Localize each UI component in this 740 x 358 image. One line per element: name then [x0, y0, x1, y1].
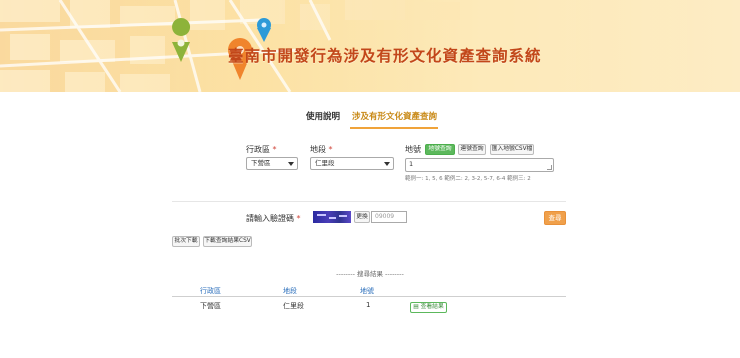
tab-asset-query[interactable]: 涉及有形文化資產查詢: [352, 110, 437, 122]
query-button[interactable]: 查尋: [544, 211, 566, 225]
captcha-input[interactable]: 09009: [371, 211, 407, 223]
parcel-hint: 範例一: 1, 5, 6 範例二: 2, 3-2, 5-7, 6-4 範例三: …: [405, 176, 531, 182]
page-title: 臺南市開發行為涉及有形文化資產查詢系統: [228, 47, 542, 65]
cell-section: 仁里段: [283, 302, 304, 310]
chevron-down-icon: [288, 162, 294, 166]
divider: [172, 201, 566, 202]
chevron-down-icon: [384, 162, 390, 166]
cell-district: 下營區: [200, 302, 221, 310]
resize-handle-icon[interactable]: [547, 165, 552, 170]
cell-parcel: 1: [366, 301, 371, 309]
tab-bar: 使用說明 涉及有形文化資產查詢: [0, 110, 740, 130]
district-label: 行政區 *: [246, 145, 277, 154]
captcha-image: [313, 211, 351, 223]
results-title: -------- 搜尋結果 --------: [336, 270, 404, 278]
section-select[interactable]: 仁里段: [310, 157, 394, 170]
column-header-district: 行政區: [200, 287, 221, 295]
column-header-section: 地段: [283, 287, 297, 295]
document-icon: ▤: [413, 304, 419, 310]
column-header-parcel: 地號: [360, 287, 374, 295]
parcel-query-button[interactable]: 地號查詢: [425, 144, 455, 155]
view-result-button[interactable]: ▤ 查看結果: [410, 302, 447, 313]
import-csv-button[interactable]: 匯入地號CSV檔: [490, 144, 534, 155]
district-select[interactable]: 下營區: [246, 157, 298, 170]
active-tab-indicator: [350, 127, 438, 129]
refresh-captcha-button[interactable]: 更換: [354, 211, 370, 223]
table-header-divider: [172, 296, 566, 297]
header-banner: 臺南市開發行為涉及有形文化資產查詢系統: [0, 0, 740, 92]
serial-query-button[interactable]: 連號查詢: [458, 144, 486, 155]
parcel-label: 地號: [405, 145, 421, 154]
download-csv-button[interactable]: 下載查詢結果CSV: [203, 236, 252, 247]
tab-instructions[interactable]: 使用說明: [306, 110, 340, 122]
batch-download-button[interactable]: 批次下載: [172, 236, 200, 247]
captcha-label: 請輸入驗證碼 *: [246, 214, 301, 223]
parcel-input[interactable]: 1: [405, 158, 554, 172]
section-label: 地段 *: [310, 145, 333, 154]
